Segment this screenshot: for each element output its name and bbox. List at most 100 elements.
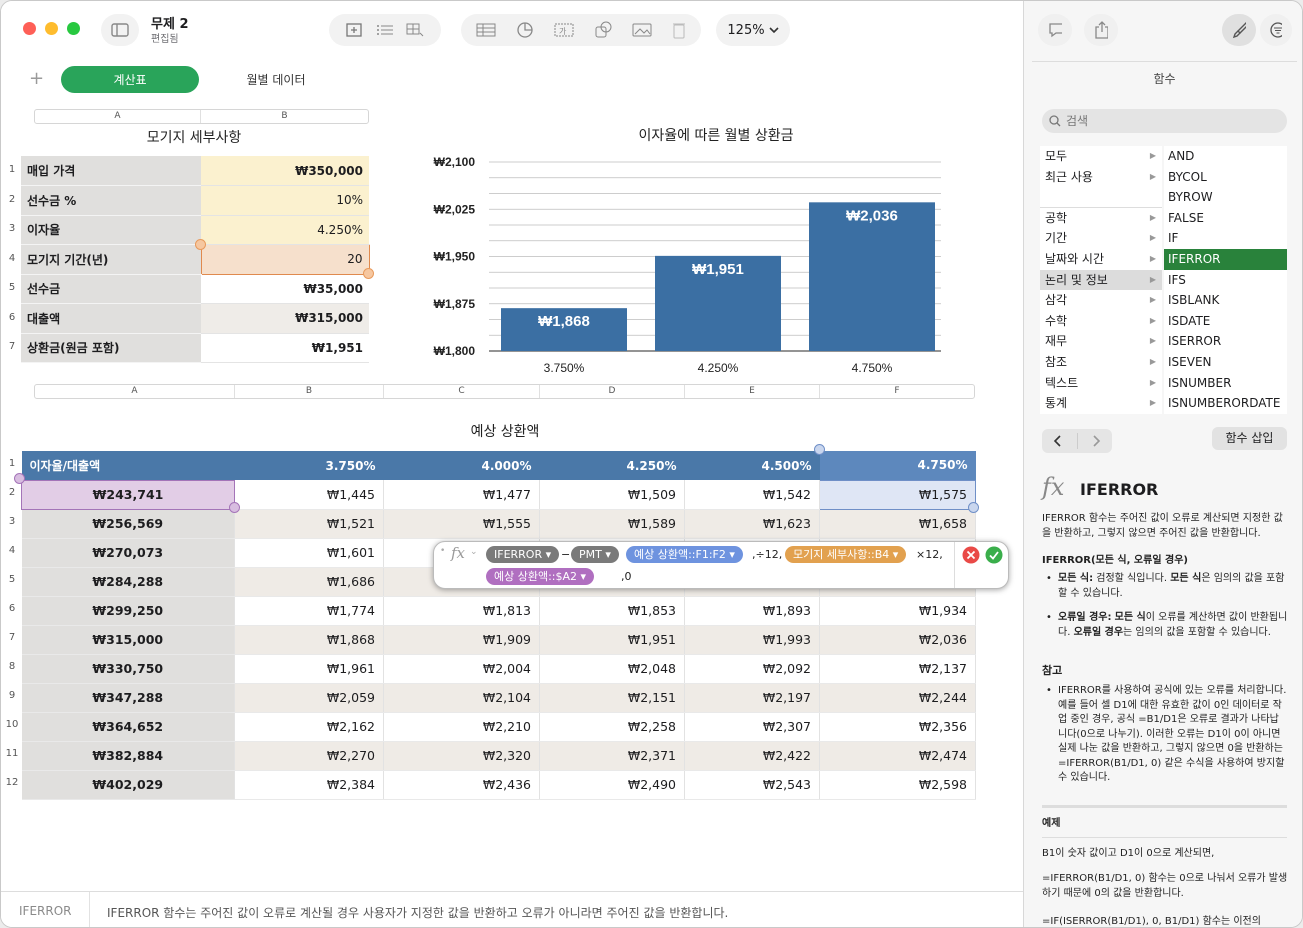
row-number[interactable]: 3 [5, 516, 19, 527]
category-item[interactable]: 삼각 ▶ [1040, 290, 1162, 311]
function-item[interactable]: FALSE [1164, 208, 1287, 229]
function-search-input[interactable]: 검색 [1042, 109, 1287, 133]
value-cell[interactable]: ₩2,384 [234, 770, 384, 800]
value-cell[interactable]: ₩2,543 [684, 770, 820, 800]
function-item[interactable]: ISNUMBER [1164, 373, 1287, 394]
row-header-cell[interactable]: ₩243,741 [21, 479, 235, 510]
row-number[interactable]: 10 [5, 719, 19, 730]
function-item[interactable]: ISNUMBERORDATE [1164, 393, 1287, 414]
value-cell[interactable]: ₩2,356 [819, 712, 976, 742]
row-number[interactable]: 3 [5, 223, 19, 234]
value-cell[interactable]: ₩2,371 [539, 741, 685, 771]
accept-formula-icon[interactable] [985, 546, 1003, 564]
row-number[interactable]: 12 [5, 777, 19, 788]
function-item[interactable]: BYROW [1164, 187, 1287, 208]
row-label-cell[interactable]: 선수금 [21, 274, 201, 304]
selection-handle[interactable] [229, 502, 240, 513]
function-item[interactable]: IFS [1164, 270, 1287, 291]
value-cell[interactable]: ₩1,445 [234, 480, 384, 510]
zoom-window-button[interactable] [67, 22, 80, 35]
row-number[interactable]: 11 [5, 748, 19, 759]
category-item[interactable]: 기간 ▶ [1040, 228, 1162, 249]
function-item[interactable]: ISDATE [1164, 311, 1287, 332]
row-header-cell[interactable]: ₩256,569 [21, 509, 235, 539]
value-cell[interactable]: ₩2,137 [819, 654, 976, 684]
column-header-cell[interactable]: 4.250% [539, 451, 685, 480]
value-cell[interactable]: ₩35,000 [201, 274, 369, 304]
row-header-cell[interactable]: ₩284,288 [21, 567, 235, 597]
function-item[interactable]: IF [1164, 228, 1287, 249]
row-header-cell[interactable]: ₩364,652 [21, 712, 235, 742]
column-header[interactable]: E [685, 385, 820, 398]
value-cell[interactable]: ₩2,197 [684, 683, 820, 713]
comment-delete-icon[interactable] [672, 21, 686, 39]
fx-icon[interactable]: fx [451, 544, 465, 562]
column-header-cell[interactable]: 이자율/대출액 [21, 451, 235, 480]
category-item[interactable]: 재무 ▶ [1040, 331, 1162, 352]
row-number[interactable]: 5 [5, 574, 19, 585]
selection-handle[interactable] [363, 268, 374, 279]
row-number[interactable]: 5 [5, 282, 19, 293]
category-item[interactable]: 통계 ▶ [1040, 393, 1162, 414]
selection-handle[interactable] [968, 502, 979, 513]
formula-editor[interactable]: • fx ⌄ IFERROR ▾ − PMT ▾ 예상 상환액::F1:F2 ▾… [433, 541, 1009, 589]
value-cell[interactable]: ₩1,909 [383, 625, 540, 655]
row-label-cell[interactable]: 선수금 % [21, 185, 201, 216]
row-header-cell[interactable]: ₩315,000 [21, 625, 235, 655]
value-cell[interactable]: ₩1,993 [684, 625, 820, 655]
comment-button[interactable] [1038, 14, 1072, 46]
text-box-icon[interactable]: 가 [554, 22, 574, 38]
row-label-cell[interactable]: 대출액 [21, 303, 201, 334]
value-cell[interactable]: ₩350,000 [201, 156, 369, 186]
value-cell[interactable]: ₩2,307 [684, 712, 820, 742]
value-cell[interactable]: ₩1,951 [201, 333, 369, 363]
value-cell[interactable]: ₩1,853 [539, 596, 685, 626]
function-item[interactable]: ISERROR [1164, 331, 1287, 352]
category-item[interactable]: 최근 사용 ▶ [1040, 167, 1162, 188]
forward-icon[interactable] [1090, 435, 1102, 447]
table-plus-icon[interactable] [405, 22, 425, 38]
column-header[interactable]: D [540, 385, 685, 398]
organize-button[interactable] [1260, 14, 1292, 46]
row-number[interactable]: 2 [5, 487, 19, 498]
row-number[interactable]: 7 [5, 632, 19, 643]
row-label-cell[interactable]: 상환금(원금 포함) [21, 333, 201, 363]
value-cell[interactable]: ₩1,575 [819, 479, 976, 510]
table-icon[interactable] [476, 22, 496, 38]
chart-icon[interactable] [516, 21, 534, 39]
value-cell[interactable]: ₩1,868 [234, 625, 384, 655]
column-header-cell[interactable]: 4.000% [383, 451, 540, 480]
category-item[interactable]: 공학 ▶ [1040, 208, 1162, 229]
value-cell[interactable]: 4.250% [201, 215, 369, 245]
value-cell[interactable]: ₩2,004 [383, 654, 540, 684]
value-cell[interactable]: ₩1,658 [819, 509, 976, 539]
row-header-cell[interactable]: ₩382,884 [21, 741, 235, 771]
sidebar-toggle-button[interactable] [101, 14, 139, 46]
value-cell[interactable]: ₩1,961 [234, 654, 384, 684]
value-cell[interactable]: ₩2,104 [383, 683, 540, 713]
value-cell[interactable]: 10% [201, 185, 369, 216]
value-cell[interactable]: ₩1,934 [819, 596, 976, 626]
category-item[interactable]: 텍스트 ▶ [1040, 373, 1162, 394]
row-header-cell[interactable]: ₩402,029 [21, 770, 235, 800]
category-item[interactable]: 논리 및 정보 ▶ [1040, 269, 1162, 291]
cancel-formula-icon[interactable] [962, 546, 980, 564]
selection-handle[interactable] [14, 473, 25, 484]
value-cell[interactable]: ₩2,048 [539, 654, 685, 684]
column-header[interactable]: C [384, 385, 540, 398]
value-cell[interactable]: ₩2,490 [539, 770, 685, 800]
column-header-cell[interactable]: 4.500% [684, 451, 820, 480]
value-cell[interactable]: ₩1,542 [684, 480, 820, 510]
add-sheet-button[interactable]: + [29, 68, 44, 89]
row-label-cell[interactable]: 이자율 [21, 215, 201, 245]
value-cell[interactable]: ₩1,623 [684, 509, 820, 539]
bar-chart[interactable]: ₩2,100 ₩2,025 ₩1,950 ₩1,875 ₩1,800 ₩1,868 3.75… [421, 149, 961, 379]
row-number[interactable]: 4 [5, 545, 19, 556]
selection-handle[interactable] [814, 444, 825, 455]
value-cell[interactable]: ₩2,436 [383, 770, 540, 800]
row-number[interactable]: 7 [5, 341, 19, 352]
row-number[interactable]: 8 [5, 661, 19, 672]
drag-handle-icon[interactable]: • [440, 546, 445, 556]
selection-handle[interactable] [195, 239, 206, 250]
value-cell[interactable]: ₩2,151 [539, 683, 685, 713]
